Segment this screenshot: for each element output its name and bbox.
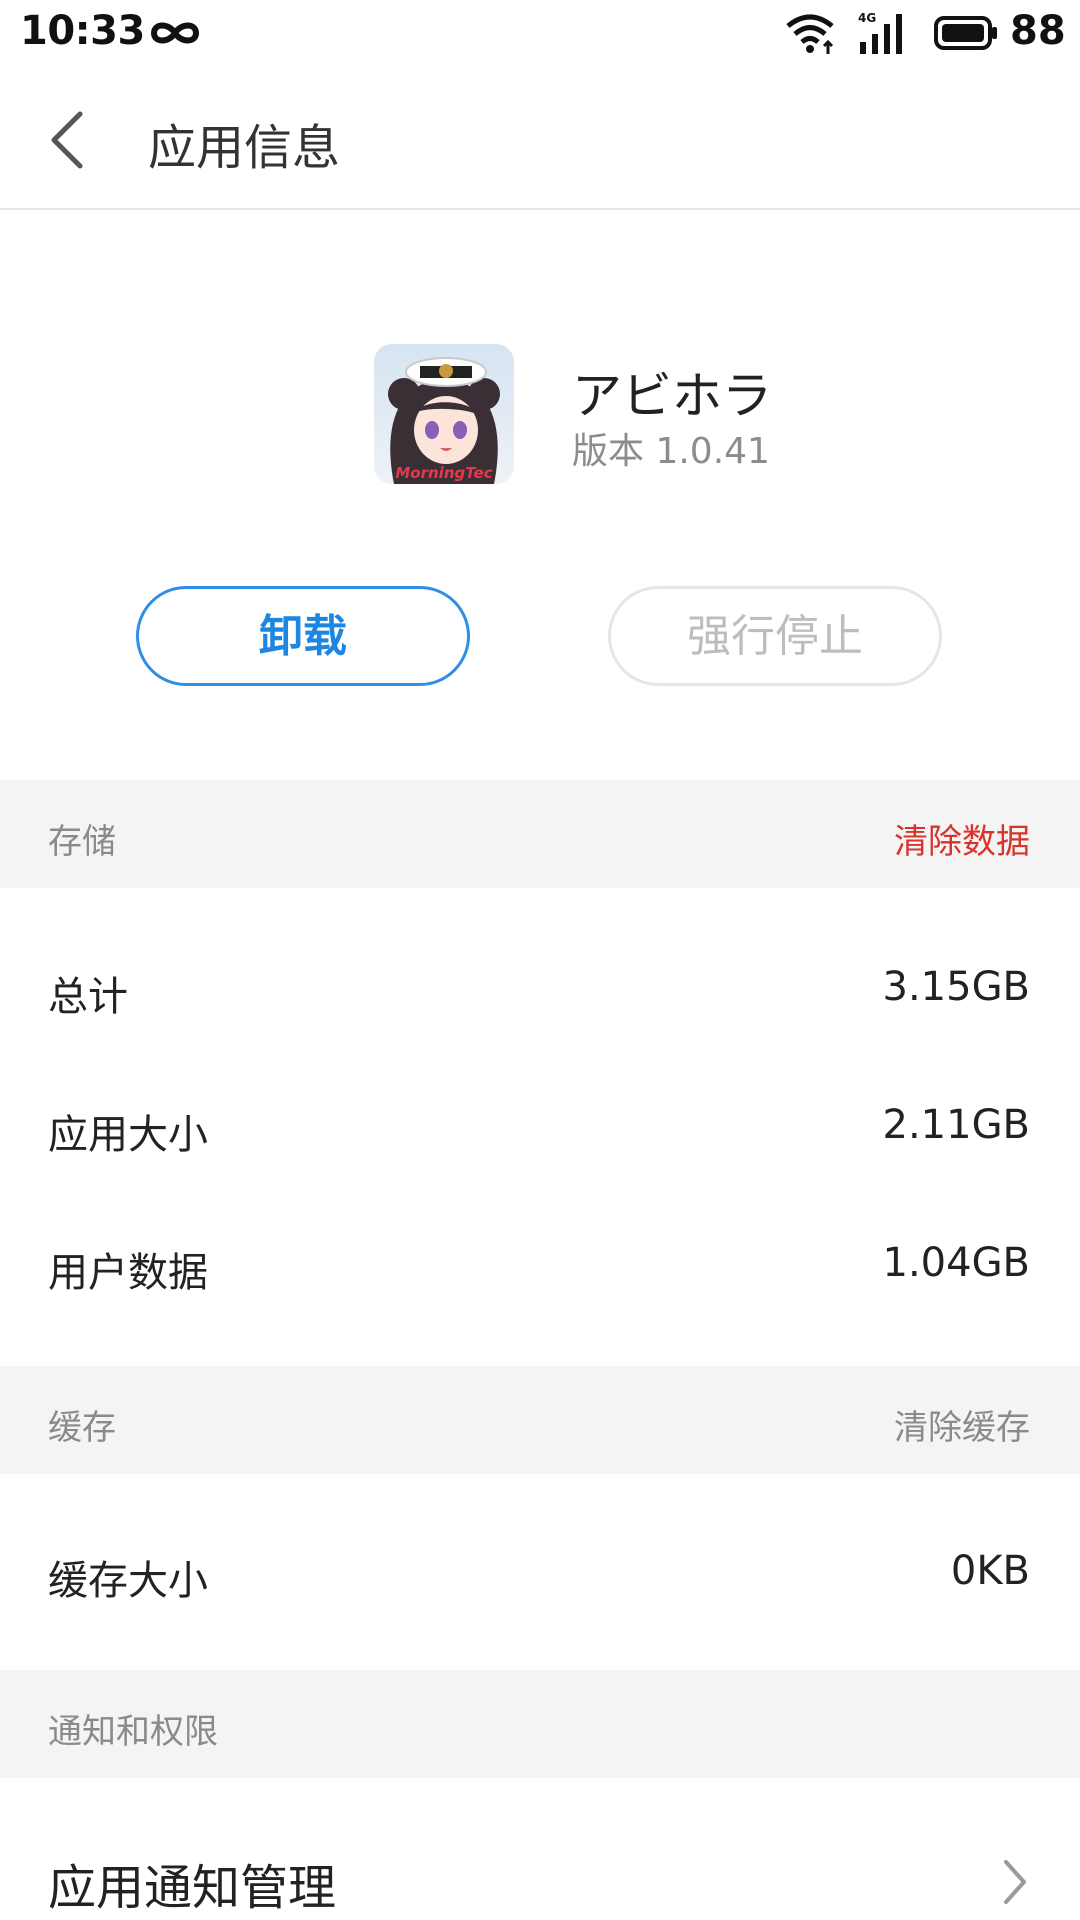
row-value: 2.11GB <box>882 1102 1031 1148</box>
chevron-left-icon[interactable] <box>36 104 96 176</box>
cache-section-label: 缓存 <box>48 1408 116 1448</box>
app-name: アビホラ <box>572 367 772 425</box>
status-bar: 10:33 4G 88 <box>0 0 1080 70</box>
permissions-section-label: 通知和权限 <box>48 1712 218 1752</box>
app-icon-caption: MorningTec <box>395 464 492 482</box>
app-info-screen: 10:33 4G 88 应用信息 MorningTec アビホラ 版本 1.0.… <box>0 0 1080 1920</box>
top-app-bar: 应用信息 <box>0 70 1080 210</box>
permissions-section-header: 通知和权限 <box>0 1670 1080 1778</box>
battery-percent: 88 <box>1010 8 1066 54</box>
storage-row-total: 总计 3.15GB <box>0 920 1080 1058</box>
row-label: 总计 <box>48 974 128 1020</box>
force-stop-button[interactable]: 强行停止 <box>608 586 942 686</box>
storage-section-header: 存储 清除数据 <box>0 780 1080 888</box>
storage-row-app-size: 应用大小 2.11GB <box>0 1058 1080 1196</box>
row-value: 0KB <box>950 1548 1030 1594</box>
app-notification-management-item[interactable]: 应用通知管理 <box>0 1808 1080 1920</box>
cache-section-header: 缓存 清除缓存 <box>0 1366 1080 1474</box>
row-label: 应用通知管理 <box>48 1860 337 1916</box>
status-time: 10:33 <box>20 8 145 54</box>
row-value: 1.04GB <box>882 1240 1031 1286</box>
row-value: 3.15GB <box>882 964 1031 1010</box>
storage-section-label: 存储 <box>48 822 116 862</box>
chevron-right-icon <box>1004 1860 1026 1904</box>
row-label: 用户数据 <box>48 1250 208 1296</box>
row-label: 缓存大小 <box>48 1558 208 1604</box>
wifi-icon <box>786 14 834 54</box>
infinity-icon <box>150 22 200 44</box>
row-label: 应用大小 <box>48 1112 208 1158</box>
app-icon: MorningTec <box>374 344 514 484</box>
clear-data-button[interactable]: 清除数据 <box>894 814 1030 863</box>
page-title: 应用信息 <box>148 120 341 176</box>
cache-row-size: 缓存大小 0KB <box>0 1504 1080 1642</box>
network-type-label: 4G <box>858 11 876 25</box>
clear-cache-button[interactable]: 清除缓存 <box>894 1400 1030 1449</box>
uninstall-button[interactable]: 卸载 <box>136 586 470 686</box>
battery-icon <box>934 16 997 50</box>
storage-row-user-data: 用户数据 1.04GB <box>0 1196 1080 1334</box>
signal-icon: 4G <box>858 11 902 54</box>
app-version: 版本 1.0.41 <box>572 431 770 472</box>
